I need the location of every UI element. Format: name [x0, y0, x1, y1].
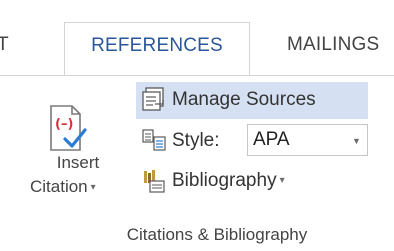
chevron-down-icon: ▾	[90, 182, 96, 194]
insert-citation-label-line2: Citation ▾	[30, 177, 130, 197]
bibliography-button[interactable]: Bibliography ▾	[172, 165, 285, 197]
chevron-down-icon: ▾	[279, 175, 285, 186]
ribbon-tab-bar: T REFERENCES MAILINGS	[0, 0, 394, 77]
style-icon	[142, 129, 166, 151]
group-label: Citations & Bibliography	[126, 225, 308, 244]
tab-partial-left[interactable]: T	[0, 22, 15, 76]
style-dropdown-value: APA	[253, 129, 290, 150]
manage-sources-icon	[142, 87, 164, 111]
manage-sources-label: Manage Sources	[172, 89, 316, 110]
insert-citation-label-line1: Insert	[56, 153, 100, 172]
insert-citation-icon: (–)	[50, 105, 87, 151]
tab-references[interactable]: REFERENCES	[64, 22, 250, 77]
chevron-down-icon[interactable]: ▼	[352, 136, 361, 146]
bibliography-icon	[144, 170, 165, 193]
tab-mailings[interactable]: MAILINGS	[287, 22, 394, 76]
insert-citation-label-text: Citation	[30, 177, 88, 196]
bibliography-label: Bibliography	[172, 170, 277, 192]
svg-text:(–): (–)	[55, 117, 73, 132]
style-label: Style:	[172, 130, 220, 151]
